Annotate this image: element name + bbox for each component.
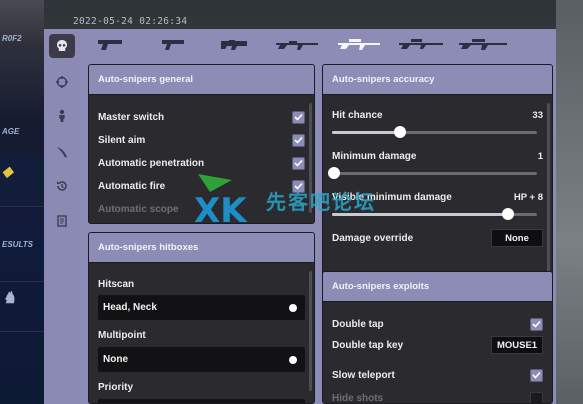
- exploits-panel: Auto-snipers exploits Double tap Double …: [322, 271, 553, 404]
- dropdown-dot-icon: [289, 355, 297, 364]
- awp-icon[interactable]: [452, 29, 514, 59]
- script-icon[interactable]: [49, 209, 75, 233]
- double-tap-keybind[interactable]: MOUSE1: [491, 336, 543, 354]
- accuracy-scrollbar[interactable]: [547, 103, 550, 283]
- damage-override-label: Damage override: [332, 232, 414, 244]
- silent-aim-label: Silent aim: [98, 134, 146, 146]
- visible-min-damage-row: Visible minimum damage HP + 8: [332, 189, 543, 205]
- priority-label: Priority: [98, 381, 134, 393]
- double-tap-label: Double tap: [332, 318, 384, 330]
- weapon-tabs: [80, 29, 556, 59]
- hitscan-row: Hitscan: [98, 276, 305, 292]
- min-damage-row: Minimum damage 1: [332, 148, 543, 164]
- background-right-edge: [556, 0, 583, 404]
- priority-dropdown[interactable]: [98, 399, 305, 403]
- skull-icon[interactable]: [49, 34, 75, 58]
- accuracy-title: Auto-snipers accuracy: [323, 65, 552, 95]
- exploits-title: Auto-snipers exploits: [323, 272, 552, 302]
- hitscan-label: Hitscan: [98, 278, 135, 290]
- hide-shots-checkbox[interactable]: [530, 391, 543, 403]
- slow-teleport-label: Slow teleport: [332, 369, 395, 381]
- visible-min-damage-label: Visible minimum damage: [332, 191, 452, 203]
- min-damage-slider[interactable]: [328, 167, 537, 179]
- automatic-penetration-checkbox[interactable]: [292, 156, 305, 170]
- hitboxes-panel: Auto-snipers hitboxes Hitscan Head, Neck…: [88, 232, 315, 404]
- priority-row: Priority: [98, 379, 305, 395]
- hit-chance-knob[interactable]: [393, 126, 406, 138]
- hide-shots-row[interactable]: Hide shots: [332, 390, 543, 404]
- auto-sniper-icon[interactable]: [328, 29, 390, 59]
- dropdown-dot-icon: [289, 303, 297, 312]
- slow-teleport-row[interactable]: Slow teleport: [332, 367, 543, 383]
- min-damage-knob[interactable]: [328, 167, 341, 179]
- damage-override-keybind[interactable]: None: [491, 229, 543, 247]
- knife-icon[interactable]: [49, 140, 75, 164]
- automatic-penetration-label: Automatic penetration: [98, 157, 205, 169]
- min-damage-value: 1: [537, 150, 543, 162]
- automatic-scope-row[interactable]: Automatic scope: [98, 201, 305, 217]
- double-tap-key-label: Double tap key: [332, 339, 404, 351]
- banner-4-text: ESULTS: [2, 240, 33, 249]
- master-switch-checkbox[interactable]: [292, 110, 305, 124]
- scout-icon[interactable]: [390, 29, 452, 59]
- hitboxes-title: Auto-snipers hitboxes: [89, 233, 314, 263]
- double-tap-row[interactable]: Double tap: [332, 316, 543, 332]
- general-scrollbar[interactable]: [309, 103, 312, 213]
- rifle-icon[interactable]: [266, 29, 328, 59]
- multipoint-row: Multipoint: [98, 327, 305, 343]
- hide-shots-label: Hide shots: [332, 392, 384, 404]
- slow-teleport-checkbox[interactable]: [530, 368, 543, 382]
- visible-min-damage-knob[interactable]: [502, 208, 515, 220]
- accuracy-panel: Auto-snipers accuracy Hit chance 33 Mini…: [322, 64, 553, 290]
- automatic-penetration-row[interactable]: Automatic penetration: [98, 155, 305, 171]
- liquid-logo: ♞: [2, 290, 17, 307]
- automatic-fire-checkbox[interactable]: [292, 179, 305, 193]
- hit-chance-slider[interactable]: [332, 126, 537, 138]
- automatic-scope-label: Automatic scope: [98, 203, 179, 215]
- hitscan-value: Head, Neck: [103, 302, 157, 313]
- hit-chance-row: Hit chance 33: [332, 107, 543, 123]
- general-panel: Auto-snipers general Master switch Silen…: [88, 64, 315, 224]
- multipoint-label: Multipoint: [98, 329, 146, 341]
- smg-icon[interactable]: [204, 29, 266, 59]
- player-icon[interactable]: [49, 104, 75, 128]
- hit-chance-label: Hit chance: [332, 109, 383, 121]
- silent-aim-checkbox[interactable]: [292, 133, 305, 147]
- banner-1-text: R0F2: [2, 34, 22, 43]
- master-switch-row[interactable]: Master switch: [98, 109, 305, 125]
- visible-min-damage-slider[interactable]: [332, 208, 537, 220]
- master-switch-label: Master switch: [98, 111, 165, 123]
- multipoint-value: None: [103, 354, 128, 365]
- banner-1: R0F2: [0, 0, 44, 52]
- visible-min-damage-fill: [332, 213, 509, 216]
- history-icon[interactable]: [49, 174, 75, 198]
- scoreboard-banners: R0F2 AGE ◆ ESULTS ♞: [0, 0, 44, 404]
- silent-aim-row[interactable]: Silent aim: [98, 132, 305, 148]
- multipoint-dropdown[interactable]: None: [98, 347, 305, 372]
- hit-chance-fill: [332, 131, 400, 134]
- banner-4: ESULTS: [0, 230, 44, 282]
- double-tap-checkbox[interactable]: [530, 317, 543, 331]
- general-title: Auto-snipers general: [89, 65, 314, 95]
- banner-3: ◆: [0, 155, 44, 207]
- min-damage-label: Minimum damage: [332, 150, 417, 162]
- crosshair-icon[interactable]: [49, 70, 75, 94]
- automatic-fire-row[interactable]: Automatic fire: [98, 178, 305, 194]
- timestamp: 2022-05-24 02:26:34: [73, 16, 188, 27]
- hitscan-dropdown[interactable]: Head, Neck: [98, 295, 305, 320]
- deagle-icon[interactable]: [142, 29, 204, 59]
- banner-2-text: AGE: [2, 127, 20, 136]
- sidebar: [44, 29, 80, 404]
- banner-5: ♞: [0, 280, 44, 332]
- hitboxes-scrollbar[interactable]: [309, 271, 312, 391]
- cheat-menu: Auto-snipers general Master switch Silen…: [44, 29, 556, 404]
- pistol-icon[interactable]: [80, 29, 142, 59]
- visible-min-damage-value: HP + 8: [513, 191, 543, 203]
- hit-chance-value: 33: [532, 109, 543, 121]
- navi-logo: ◆: [2, 163, 13, 179]
- automatic-fire-label: Automatic fire: [98, 180, 166, 192]
